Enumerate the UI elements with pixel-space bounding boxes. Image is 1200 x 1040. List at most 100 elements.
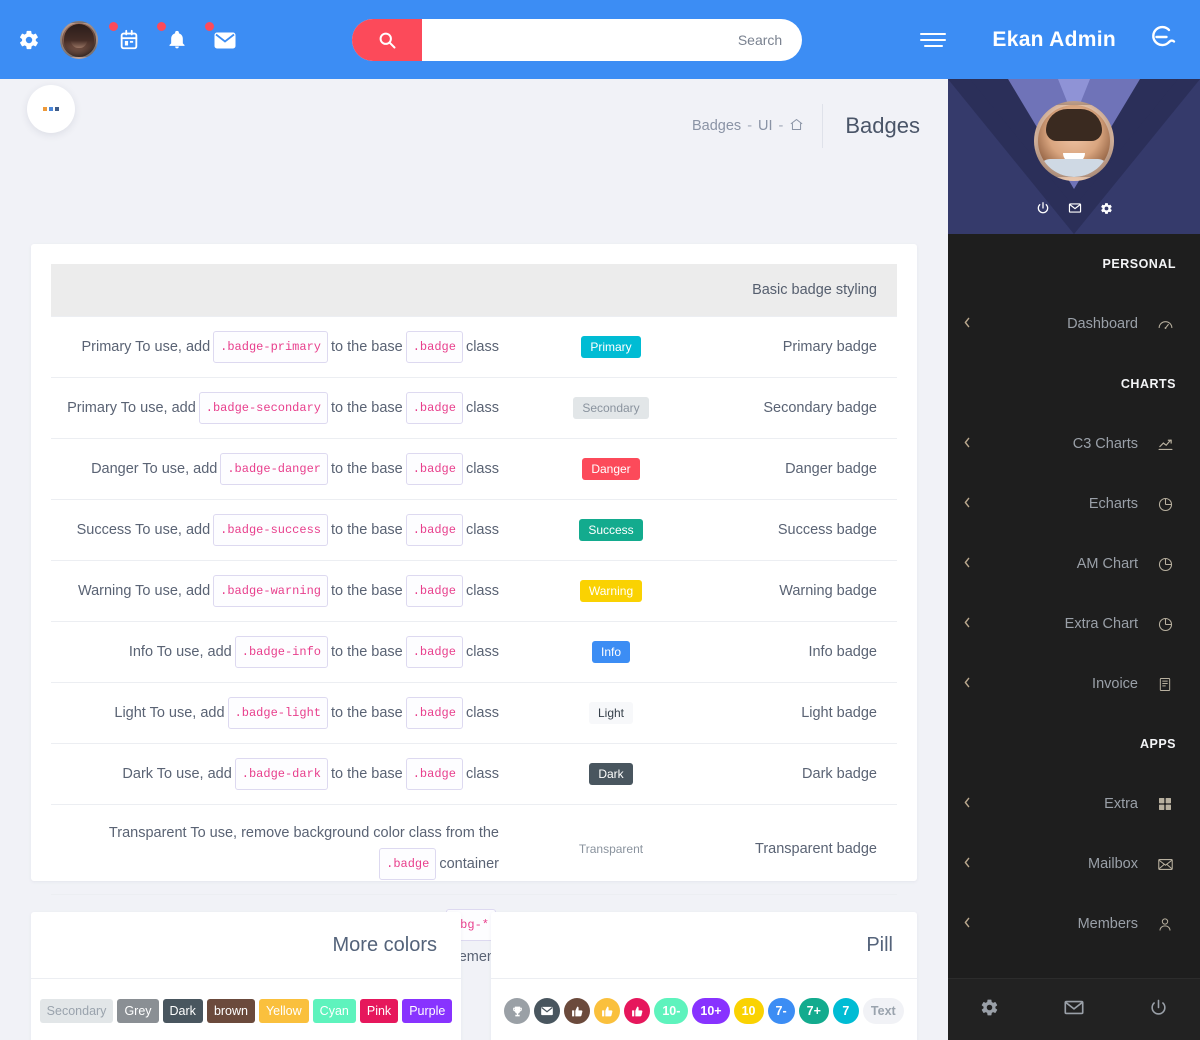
more-options-button[interactable] bbox=[27, 85, 75, 133]
sidebar-item-label: Dashboard bbox=[1067, 316, 1138, 332]
row-badge-cell: Secondary bbox=[521, 377, 701, 439]
breadcrumb: Badges - UI - Badges bbox=[692, 103, 920, 149]
table-row: Danger To use, add .badge-danger to the ba… bbox=[51, 438, 897, 500]
gear-icon[interactable] bbox=[1100, 202, 1113, 220]
sidebar-item-label: Extra bbox=[1104, 796, 1138, 812]
code-class-main: .badge-warning bbox=[213, 574, 328, 607]
breadcrumb-separator-1: - bbox=[747, 118, 753, 134]
bell-icon[interactable] bbox=[157, 21, 194, 57]
desc-mid: to the base bbox=[330, 643, 403, 660]
row-badge-cell: Warning bbox=[521, 560, 701, 622]
more-colors-badge-row: Secondary Grey Dark brown Yellow Cyan Pink Purp… bbox=[31, 979, 461, 1040]
gear-icon[interactable] bbox=[12, 23, 46, 57]
breadcrumb-list: Badges - UI - bbox=[692, 117, 822, 136]
row-badge-cell: Primary bbox=[521, 316, 701, 378]
search-button[interactable] bbox=[352, 18, 423, 61]
code-class-main: .badge-light bbox=[227, 696, 328, 729]
breadcrumb-item-badges[interactable]: Badges bbox=[692, 118, 741, 134]
mail-icon bbox=[534, 998, 561, 1024]
code-class-main: .badge-info bbox=[234, 635, 328, 668]
chevron-left-icon[interactable] bbox=[962, 496, 980, 512]
row-description: Primary To use, add .badge-secondary to th… bbox=[51, 377, 521, 439]
sidebar-item-c3-charts[interactable]: C3 Charts bbox=[948, 414, 1200, 474]
gear-icon[interactable] bbox=[980, 998, 999, 1022]
desc-mid: to the base bbox=[330, 338, 403, 355]
pill-badge-row: 10- 10+ 10 7- 7+ 7 Text bbox=[491, 979, 917, 1040]
dot-2 bbox=[49, 107, 53, 111]
chevron-left-icon[interactable] bbox=[962, 616, 980, 632]
desc-suffix: container bbox=[439, 855, 499, 872]
table-header-row: Basic badge styling bbox=[51, 264, 897, 317]
menu-toggle-button[interactable] bbox=[912, 19, 954, 61]
code-class-main: .badge-secondary bbox=[198, 391, 328, 424]
desc-prefix: Primary To use, add bbox=[67, 399, 196, 416]
chevron-left-icon[interactable] bbox=[962, 856, 980, 872]
chevron-left-icon[interactable] bbox=[962, 796, 980, 812]
breadcrumb-separator-2: - bbox=[778, 118, 784, 134]
sidebar-item-am-chart[interactable]: AM Chart bbox=[948, 534, 1200, 594]
row-description: Warning To use, add .badge-warning to the … bbox=[51, 560, 521, 622]
dot-3 bbox=[55, 107, 59, 111]
code-class-main: .badge-success bbox=[213, 513, 328, 546]
desc-suffix: class bbox=[465, 643, 499, 660]
sidebar-item-extra[interactable]: Extra bbox=[948, 774, 1200, 834]
badge-sample: Primary bbox=[581, 335, 641, 358]
sidebar-item-invoice[interactable]: Invoice bbox=[948, 654, 1200, 714]
table-row: Info To use, add .badge-info to the base .b… bbox=[51, 621, 897, 683]
desc-suffix: class bbox=[465, 704, 499, 721]
desc-suffix: class bbox=[465, 582, 499, 599]
power-icon[interactable] bbox=[1149, 998, 1168, 1022]
color-badge: Yellow bbox=[258, 998, 309, 1024]
search-bar[interactable] bbox=[352, 18, 803, 61]
search-input[interactable] bbox=[422, 18, 803, 61]
breadcrumb-item-ui[interactable]: UI bbox=[758, 118, 773, 134]
more-colors-title: More colors bbox=[31, 912, 461, 979]
speedometer-icon bbox=[1154, 316, 1176, 333]
row-description: Transparent To use, remove background co… bbox=[51, 804, 521, 895]
sidebar-item-extra-chart[interactable]: Extra Chart bbox=[948, 594, 1200, 654]
sidebar-item-label: Echarts bbox=[1088, 496, 1138, 512]
row-description: Dark To use, add .badge-dark to the base .b… bbox=[51, 743, 521, 805]
sidebar-item-label: Invoice bbox=[1092, 676, 1138, 692]
thumbs-up-icon bbox=[564, 998, 591, 1024]
calendar-notification-dot bbox=[109, 21, 118, 31]
sidebar-item-dashboard[interactable]: Dashboard bbox=[948, 294, 1200, 354]
mail-icon[interactable] bbox=[1068, 201, 1082, 220]
chevron-left-icon[interactable] bbox=[962, 436, 980, 452]
table-row: Dark To use, add .badge-dark to the base .b… bbox=[51, 743, 897, 805]
chevron-left-icon[interactable] bbox=[962, 916, 980, 932]
home-icon[interactable] bbox=[789, 117, 804, 136]
table-row: Success To use, add .badge-success to the … bbox=[51, 499, 897, 561]
sidebar-item-mailbox[interactable]: Mailbox bbox=[948, 834, 1200, 894]
sidebar-item-members[interactable]: Members bbox=[948, 894, 1200, 954]
sidebar-item-echarts[interactable]: Echarts bbox=[948, 474, 1200, 534]
brand-logo-icon[interactable] bbox=[1144, 20, 1178, 59]
badge-sample: Success bbox=[579, 518, 643, 541]
chevron-left-icon[interactable] bbox=[962, 676, 980, 692]
desc-mid: to the base bbox=[330, 399, 403, 416]
profile-avatar[interactable] bbox=[1034, 101, 1114, 181]
code-class-base: .badge bbox=[405, 635, 463, 668]
desc-prefix: Dark To use, add bbox=[122, 765, 232, 782]
pill-badge: 10 bbox=[733, 998, 764, 1024]
dot-1 bbox=[43, 107, 47, 111]
mail-icon[interactable] bbox=[205, 21, 242, 57]
calendar-icon[interactable] bbox=[109, 21, 146, 57]
table-row: Transparent To use, remove background co… bbox=[51, 804, 897, 895]
avatar[interactable] bbox=[60, 20, 98, 59]
sidebar-item-label: AM Chart bbox=[1076, 556, 1138, 572]
table-row: Primary To use, add .badge-secondary to th… bbox=[51, 377, 897, 439]
power-icon[interactable] bbox=[1036, 201, 1050, 220]
code-class-base: .badge bbox=[405, 574, 463, 607]
desc-suffix: class bbox=[465, 399, 499, 416]
desc-mid: to the base bbox=[330, 460, 403, 477]
desc-suffix: class bbox=[465, 765, 499, 782]
pill-badge: 7+ bbox=[798, 998, 829, 1024]
row-description: Success To use, add .badge-success to the … bbox=[51, 499, 521, 561]
row-badge-cell: Success bbox=[521, 499, 701, 561]
chevron-left-icon[interactable] bbox=[962, 556, 980, 572]
badge-sample: Light bbox=[588, 701, 634, 724]
chevron-left-icon[interactable] bbox=[962, 316, 980, 332]
mail-icon[interactable] bbox=[1063, 998, 1085, 1022]
bell-notification-dot bbox=[157, 21, 166, 31]
